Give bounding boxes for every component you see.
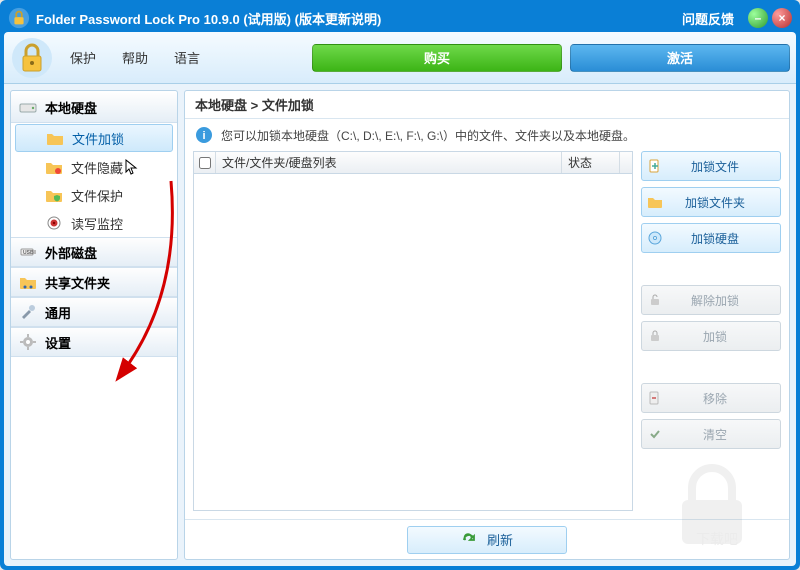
clear-icon <box>642 426 668 442</box>
sidebar-item-label: 文件隐藏 <box>71 158 123 177</box>
clear-button: 清空 <box>641 419 781 449</box>
sidebar-item-label: 文件保护 <box>71 186 123 205</box>
monitor-icon <box>45 214 63 232</box>
action-label: 解除加锁 <box>668 292 780 309</box>
sidebar-section-local-label: 本地硬盘 <box>45 98 97 117</box>
lock-drive-button[interactable]: 加锁硬盘 <box>641 223 781 253</box>
titlebar: Folder Password Lock Pro 10.9.0 (试用版) (版… <box>4 4 796 32</box>
svg-text:i: i <box>202 130 205 142</box>
list-panel: 文件/文件夹/硬盘列表 状态 <box>193 151 633 511</box>
body: 本地硬盘 文件加锁 文件隐藏 文件保护 读写监控 USB 外部磁盘 <box>4 84 796 566</box>
list-body <box>194 174 632 510</box>
sidebar-section-general[interactable]: 通用 <box>11 297 177 327</box>
refresh-label: 刷新 <box>487 530 513 549</box>
file-add-icon <box>642 158 668 174</box>
cursor-icon <box>125 159 139 175</box>
feedback-link[interactable]: 问题反馈 <box>682 9 734 28</box>
action-label: 加锁 <box>668 328 780 345</box>
usb-icon: USB <box>19 243 37 261</box>
info-bar: i 您可以加锁本地硬盘（C:\, D:\, E:\, F:\, G:\）中的文件… <box>185 119 789 151</box>
toolbar: 保护 帮助 语言 购买 激活 <box>4 32 796 84</box>
minimize-button[interactable]: – <box>748 8 768 28</box>
sidebar-section-local[interactable]: 本地硬盘 <box>11 93 177 123</box>
gear-icon <box>19 333 37 351</box>
sidebar-section-shared[interactable]: 共享文件夹 <box>11 267 177 297</box>
list-header: 文件/文件夹/硬盘列表 状态 <box>194 152 632 174</box>
action-column: 加锁文件 加锁文件夹 加锁硬盘 解除加锁 <box>641 151 781 511</box>
lock-icon <box>642 328 668 344</box>
sidebar-section-external-label: 外部磁盘 <box>45 243 97 262</box>
refresh-button[interactable]: 刷新 <box>407 526 567 554</box>
close-button[interactable]: × <box>772 8 792 28</box>
lock-file-button[interactable]: 加锁文件 <box>641 151 781 181</box>
remove-button: 移除 <box>641 383 781 413</box>
sidebar-section-settings-label: 设置 <box>45 333 71 352</box>
drive-icon <box>19 99 37 117</box>
folder-protect-icon <box>45 186 63 204</box>
select-all-checkbox[interactable] <box>194 152 216 173</box>
folder-hide-icon <box>45 158 63 176</box>
disc-icon <box>642 230 668 246</box>
sidebar-section-shared-label: 共享文件夹 <box>45 273 110 292</box>
folder-add-icon <box>642 194 668 210</box>
buy-button[interactable]: 购买 <box>312 44 562 72</box>
sidebar-item-file-lock[interactable]: 文件加锁 <box>15 124 173 152</box>
action-label: 加锁文件夹 <box>668 194 780 211</box>
content-row: 文件/文件夹/硬盘列表 状态 加锁文件 加锁文件夹 <box>185 151 789 519</box>
unlock-icon <box>642 292 668 308</box>
sidebar: 本地硬盘 文件加锁 文件隐藏 文件保护 读写监控 USB 外部磁盘 <box>10 90 178 560</box>
app-window: Folder Password Lock Pro 10.9.0 (试用版) (版… <box>0 0 800 570</box>
sidebar-item-rw-monitor[interactable]: 读写监控 <box>11 209 177 237</box>
sidebar-item-label: 文件加锁 <box>72 129 124 148</box>
main-panel: 本地硬盘 > 文件加锁 i 您可以加锁本地硬盘（C:\, D:\, E:\, F… <box>184 90 790 560</box>
info-text: 您可以加锁本地硬盘（C:\, D:\, E:\, F:\, G:\）中的文件、文… <box>221 127 635 144</box>
folder-lock-icon <box>46 129 64 147</box>
svg-text:USB: USB <box>23 250 34 256</box>
breadcrumb: 本地硬盘 > 文件加锁 <box>185 91 789 119</box>
tools-icon <box>19 303 37 321</box>
action-label: 清空 <box>668 426 780 443</box>
refresh-icon <box>461 532 477 548</box>
sidebar-section-external[interactable]: USB 外部磁盘 <box>11 237 177 267</box>
lock-folder-button[interactable]: 加锁文件夹 <box>641 187 781 217</box>
app-logo <box>10 36 54 80</box>
sidebar-item-label: 读写监控 <box>71 214 123 233</box>
action-label: 加锁硬盘 <box>668 230 780 247</box>
column-status[interactable]: 状态 <box>562 152 620 173</box>
sidebar-section-general-label: 通用 <box>45 303 71 322</box>
unlock-button: 解除加锁 <box>641 285 781 315</box>
lock-button: 加锁 <box>641 321 781 351</box>
action-label: 加锁文件 <box>668 158 780 175</box>
activate-button[interactable]: 激活 <box>570 44 790 72</box>
footer: 刷新 <box>185 519 789 559</box>
sidebar-section-settings[interactable]: 设置 <box>11 327 177 357</box>
menu-language[interactable]: 语言 <box>174 48 200 67</box>
column-name[interactable]: 文件/文件夹/硬盘列表 <box>216 152 562 173</box>
menu-protect[interactable]: 保护 <box>70 48 96 67</box>
remove-icon <box>642 390 668 406</box>
menu-help[interactable]: 帮助 <box>122 48 148 67</box>
column-spacer <box>620 152 632 173</box>
menu-bar: 保护 帮助 语言 <box>70 48 200 67</box>
window-title: Folder Password Lock Pro 10.9.0 (试用版) (版… <box>36 9 682 28</box>
shared-folder-icon <box>19 273 37 291</box>
app-icon <box>8 7 30 29</box>
action-label: 移除 <box>668 390 780 407</box>
sidebar-item-file-hide[interactable]: 文件隐藏 <box>11 153 177 181</box>
info-icon: i <box>195 126 213 144</box>
sidebar-item-file-protect[interactable]: 文件保护 <box>11 181 177 209</box>
